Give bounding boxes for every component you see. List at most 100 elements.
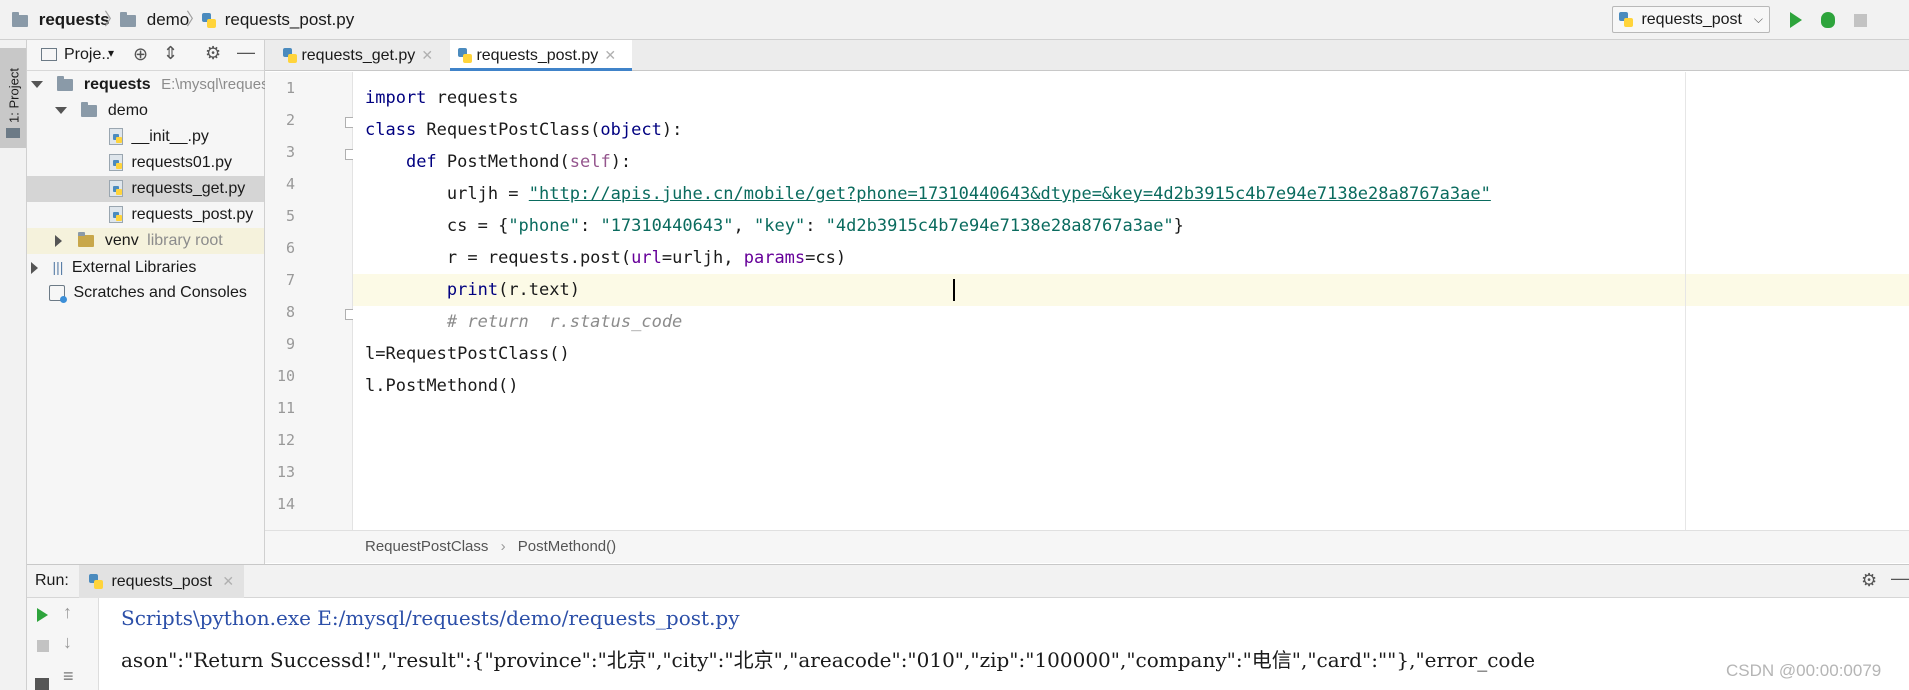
rerun-icon[interactable]	[37, 608, 48, 622]
current-line-highlight	[353, 274, 1909, 306]
python-file-icon	[109, 206, 123, 224]
run-icon[interactable]	[1790, 12, 1802, 28]
run-console-output[interactable]: Scripts\python.exe E:/mysql/requests/dem…	[99, 598, 1909, 690]
line-number: 2	[285, 111, 295, 129]
arrow-up-icon[interactable]: ↑	[63, 602, 72, 623]
python-file-icon	[89, 574, 103, 590]
code-line: urljh = "http://apis.juhe.cn/mobile/get?…	[446, 184, 1491, 204]
code-line: # return r.status_code	[446, 312, 683, 332]
chevron-down-icon[interactable]: ▾	[108, 46, 114, 60]
close-icon[interactable]: ✕	[421, 47, 433, 63]
line-number: 6	[285, 239, 295, 257]
layout-icon[interactable]	[35, 678, 49, 690]
line-number: 9	[285, 335, 295, 353]
tree-item-root[interactable]: requests E:\mysql\reques	[31, 72, 269, 98]
tree-item-scratches[interactable]: Scratches and Consoles	[49, 280, 247, 306]
project-view-icon	[41, 48, 57, 61]
code-line: l=RequestPostClass()	[365, 344, 570, 364]
library-icon: |||	[52, 259, 64, 275]
run-toolbar: ↑ ↓ ≡	[27, 598, 99, 690]
scratches-icon	[49, 284, 67, 303]
tree-item-demo[interactable]: demo	[55, 98, 148, 124]
python-file-icon	[283, 48, 297, 64]
breadcrumb-class[interactable]: RequestPostClass	[365, 538, 488, 555]
line-number: 12	[276, 431, 295, 449]
debug-icon[interactable]	[1821, 12, 1835, 28]
line-number: 10	[276, 367, 295, 385]
tab-requests-post[interactable]: requests_post.py ✕	[450, 40, 632, 71]
folder-icon	[78, 231, 95, 247]
chevron-right-icon: 〉	[104, 10, 121, 29]
code-line: l.PostMethond()	[365, 376, 519, 396]
chevron-right-icon: 〉	[186, 10, 203, 29]
close-icon[interactable]: ✕	[222, 573, 234, 589]
line-number: 4	[285, 175, 295, 193]
nav-crumb-project[interactable]: requests	[12, 0, 110, 40]
line-number: 11	[276, 399, 295, 417]
python-file-icon	[109, 154, 123, 172]
folder-icon	[57, 75, 74, 91]
run-configuration-dropdown[interactable]: requests_post ⌵	[1612, 6, 1770, 33]
folder-icon	[12, 11, 28, 27]
soft-wrap-icon[interactable]: ≡	[63, 666, 74, 687]
tree-item-file[interactable]: requests01.py	[109, 150, 232, 176]
tree-item-external-libraries[interactable]: ||| External Libraries	[31, 254, 196, 280]
console-line: ason":"Return Successd!","result":{"prov…	[121, 648, 1536, 672]
chevron-down-icon	[31, 81, 43, 89]
project-view-selector[interactable]: Proje..	[64, 46, 110, 64]
editor-breadcrumb: RequestPostClass › PostMethond()	[265, 530, 1909, 563]
code-line: r = requests.post(url=urljh, params=cs)	[446, 248, 847, 268]
tab-requests-get[interactable]: requests_get.py ✕	[275, 40, 447, 71]
line-number: 8	[285, 303, 295, 321]
tree-item-file[interactable]: __init__.py	[109, 124, 209, 150]
code-editor[interactable]: import requests class RequestPostClass(o…	[353, 72, 1909, 530]
locate-icon[interactable]: ⊕	[133, 44, 148, 65]
gear-icon[interactable]: ⚙	[1861, 570, 1877, 591]
arrow-down-icon[interactable]: ↓	[63, 632, 72, 653]
left-tool-strip: 1: Project	[0, 40, 27, 690]
text-caret	[953, 279, 955, 301]
chevron-down-icon: ⌵	[1753, 12, 1763, 26]
project-tool-tab[interactable]: 1: Project	[0, 48, 26, 148]
folder-icon	[81, 101, 98, 117]
run-panel-header: Run: requests_post ✕ ⚙ —	[27, 564, 1909, 598]
code-line-current: print(r.text)	[446, 280, 580, 300]
line-number: 7	[285, 271, 295, 289]
nav-crumb-file[interactable]: requests_post.py	[202, 0, 354, 40]
run-tab[interactable]: requests_post ✕	[79, 565, 245, 598]
nav-crumb-folder[interactable]: demo	[120, 0, 189, 40]
code-line: class RequestPostClass(object):	[365, 120, 683, 140]
tree-item-file-selected[interactable]: requests_get.py	[109, 176, 245, 202]
url-string-link[interactable]: "http://apis.juhe.cn/mobile/get?phone=17…	[529, 184, 1491, 204]
chevron-down-icon	[55, 107, 67, 115]
python-file-icon	[109, 180, 123, 198]
folder-icon	[120, 11, 136, 27]
right-margin-guide	[1685, 72, 1686, 530]
python-file-icon	[109, 128, 123, 146]
gear-icon[interactable]: ⚙	[205, 43, 221, 64]
minimize-icon[interactable]: —	[237, 42, 255, 63]
minimize-icon[interactable]: —	[1891, 568, 1909, 589]
chevron-right-icon	[31, 261, 38, 274]
editor-gutter: 1 2 3 4 5 6 7 8 9 10 11 12 13 14	[265, 72, 356, 530]
console-line: Scripts\python.exe E:/mysql/requests/dem…	[121, 606, 740, 630]
tree-item-file[interactable]: requests_post.py	[109, 202, 253, 228]
project-panel: Proje.. ▾ ⊕ ⇕ ⚙ — requests E:\mysql\requ…	[27, 40, 269, 564]
code-line: def PostMethond(self):	[405, 152, 632, 172]
tree-item-venv[interactable]: venv library root	[55, 228, 223, 254]
collapse-all-icon[interactable]: ⇕	[163, 43, 178, 64]
close-icon[interactable]: ✕	[604, 47, 616, 63]
breadcrumb-method[interactable]: PostMethond()	[518, 538, 616, 555]
code-line: import requests	[365, 88, 519, 108]
stop-icon[interactable]	[37, 640, 49, 652]
stop-icon[interactable]	[1854, 14, 1867, 27]
watermark: CSDN @00:00:0079	[1726, 661, 1882, 680]
code-line: cs = {"phone": "17310440643", "key": "4d…	[446, 216, 1184, 236]
line-number: 3	[285, 143, 295, 161]
line-number: 13	[276, 463, 295, 481]
line-number: 1	[285, 79, 295, 97]
project-panel-header: Proje.. ▾ ⊕ ⇕ ⚙ —	[27, 40, 264, 71]
editor-tab-bar: requests_get.py ✕ requests_post.py ✕	[265, 40, 1909, 71]
chevron-right-icon	[55, 234, 62, 247]
python-file-icon	[458, 48, 472, 64]
